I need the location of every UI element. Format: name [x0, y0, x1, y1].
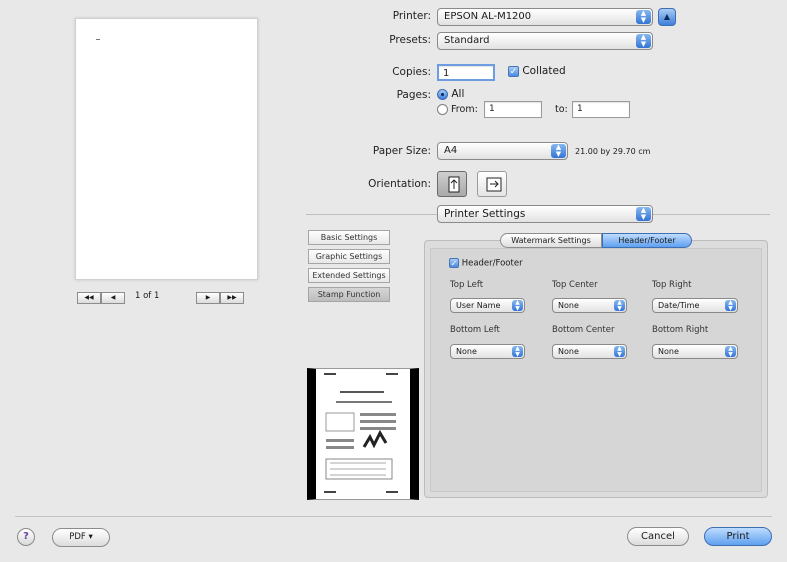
chevron-updown-icon: ▲ ▼	[636, 34, 651, 48]
bottom-right-value: None	[658, 347, 679, 356]
checkmark-icon: ✓	[449, 258, 459, 268]
basic-settings-button[interactable]: Basic Settings	[308, 230, 390, 245]
bottom-center-popup[interactable]: None ▲ ▼	[552, 344, 627, 359]
top-right-value: Date/Time	[658, 301, 700, 310]
top-center-popup[interactable]: None ▲ ▼	[552, 298, 627, 313]
top-right-label: Top Right	[652, 280, 692, 290]
chevron-updown-icon: ▲ ▼	[614, 346, 625, 357]
landscape-orientation-icon	[486, 177, 502, 192]
copies-label: Copies:	[392, 66, 431, 78]
radio-unselected-icon	[437, 104, 448, 115]
portrait-orientation-icon	[448, 176, 460, 193]
top-left-popup[interactable]: User Name ▲ ▼	[450, 298, 525, 313]
top-center-label: Top Center	[552, 280, 598, 290]
printer-label: Printer:	[392, 10, 431, 22]
help-button[interactable]: ?	[17, 528, 35, 546]
footer-divider	[15, 516, 772, 517]
pages-all-radio[interactable]: All	[437, 88, 464, 100]
radio-selected-icon	[437, 88, 448, 100]
extended-settings-button[interactable]: Extended Settings	[308, 268, 390, 283]
bottom-center-value: None	[558, 347, 579, 356]
collated-checkbox[interactable]: ✓ Collated	[508, 65, 566, 77]
bottom-left-label: Bottom Left	[450, 325, 500, 335]
preview-mark	[96, 39, 100, 40]
chevron-updown-icon: ▲ ▼	[636, 10, 651, 24]
chevron-updown-icon: ▲ ▼	[725, 300, 736, 311]
presets-label: Presets:	[389, 34, 431, 46]
bottom-center-label: Bottom Center	[552, 325, 615, 335]
triangle-up-icon: ▲	[663, 12, 671, 21]
collated-label: Collated	[522, 65, 566, 77]
stamp-preview-thumbnail	[307, 368, 419, 500]
paper-size-label: Paper Size:	[372, 145, 431, 157]
header-footer-checkbox[interactable]: ✓ Header/Footer	[449, 258, 523, 269]
help-icon: ?	[23, 531, 29, 542]
pdf-button[interactable]: PDF ▾	[52, 528, 110, 547]
page-preview	[75, 18, 258, 280]
pages-label: Pages:	[396, 89, 431, 101]
preview-last-button[interactable]: ▶▶	[220, 292, 244, 304]
bottom-left-popup[interactable]: None ▲ ▼	[450, 344, 525, 359]
graphic-settings-button[interactable]: Graphic Settings	[308, 249, 390, 264]
paper-size-popup[interactable]: A4 ▲ ▼	[437, 142, 568, 160]
pages-all-label: All	[451, 88, 465, 100]
tab-watermark-settings[interactable]: Watermark Settings	[500, 233, 602, 248]
expand-dialog-button[interactable]: ▲	[658, 8, 676, 26]
chevron-updown-icon: ▲ ▼	[725, 346, 736, 357]
top-left-label: Top Left	[450, 280, 484, 290]
top-center-value: None	[558, 301, 579, 310]
bottom-right-label: Bottom Right	[652, 325, 709, 335]
pages-from-radio[interactable]: From:	[437, 104, 478, 115]
presets-popup[interactable]: Standard ▲ ▼	[437, 32, 653, 50]
section-popup-value: Printer Settings	[444, 208, 526, 220]
paper-size-value: A4	[444, 145, 458, 156]
checkmark-icon: ✓	[508, 65, 519, 77]
pages-to-label: to:	[555, 104, 568, 115]
tab-header-footer[interactable]: Header/Footer	[602, 233, 692, 248]
cancel-button[interactable]: Cancel	[627, 527, 689, 546]
top-right-popup[interactable]: Date/Time ▲ ▼	[652, 298, 738, 313]
preview-prev-button[interactable]: ◀	[101, 292, 125, 304]
chevron-updown-icon: ▲ ▼	[614, 300, 625, 311]
header-footer-enable-label: Header/Footer	[461, 258, 523, 269]
chevron-updown-icon: ▲ ▼	[512, 346, 523, 357]
top-left-value: User Name	[456, 301, 501, 310]
print-button[interactable]: Print	[704, 527, 772, 546]
orientation-portrait-button[interactable]	[437, 171, 467, 197]
chevron-updown-icon: ▲ ▼	[636, 207, 651, 221]
paper-dimensions: 21.00 by 29.70 cm	[575, 147, 651, 156]
pages-from-label: From:	[451, 104, 478, 115]
preview-page-info: 1 of 1	[135, 291, 160, 301]
pages-to-field[interactable]: 1	[572, 101, 630, 118]
preview-next-button[interactable]: ▶	[196, 292, 220, 304]
printer-value: EPSON AL-M1200	[444, 11, 532, 22]
orientation-label: Orientation:	[368, 178, 431, 190]
chevron-updown-icon: ▲ ▼	[512, 300, 523, 311]
bottom-left-value: None	[456, 347, 477, 356]
orientation-landscape-button[interactable]	[477, 171, 507, 197]
printer-popup[interactable]: EPSON AL-M1200 ▲ ▼	[437, 8, 653, 26]
stamp-function-button[interactable]: Stamp Function	[308, 287, 390, 302]
sample-page-icon	[324, 373, 398, 493]
preview-first-button[interactable]: ◀◀	[77, 292, 101, 304]
bottom-right-popup[interactable]: None ▲ ▼	[652, 344, 738, 359]
pages-from-field[interactable]: 1	[484, 101, 542, 118]
presets-value: Standard	[444, 35, 490, 46]
chevron-updown-icon: ▲ ▼	[551, 144, 566, 158]
section-popup[interactable]: Printer Settings ▲ ▼	[437, 205, 653, 223]
copies-field[interactable]: 1	[437, 64, 495, 81]
